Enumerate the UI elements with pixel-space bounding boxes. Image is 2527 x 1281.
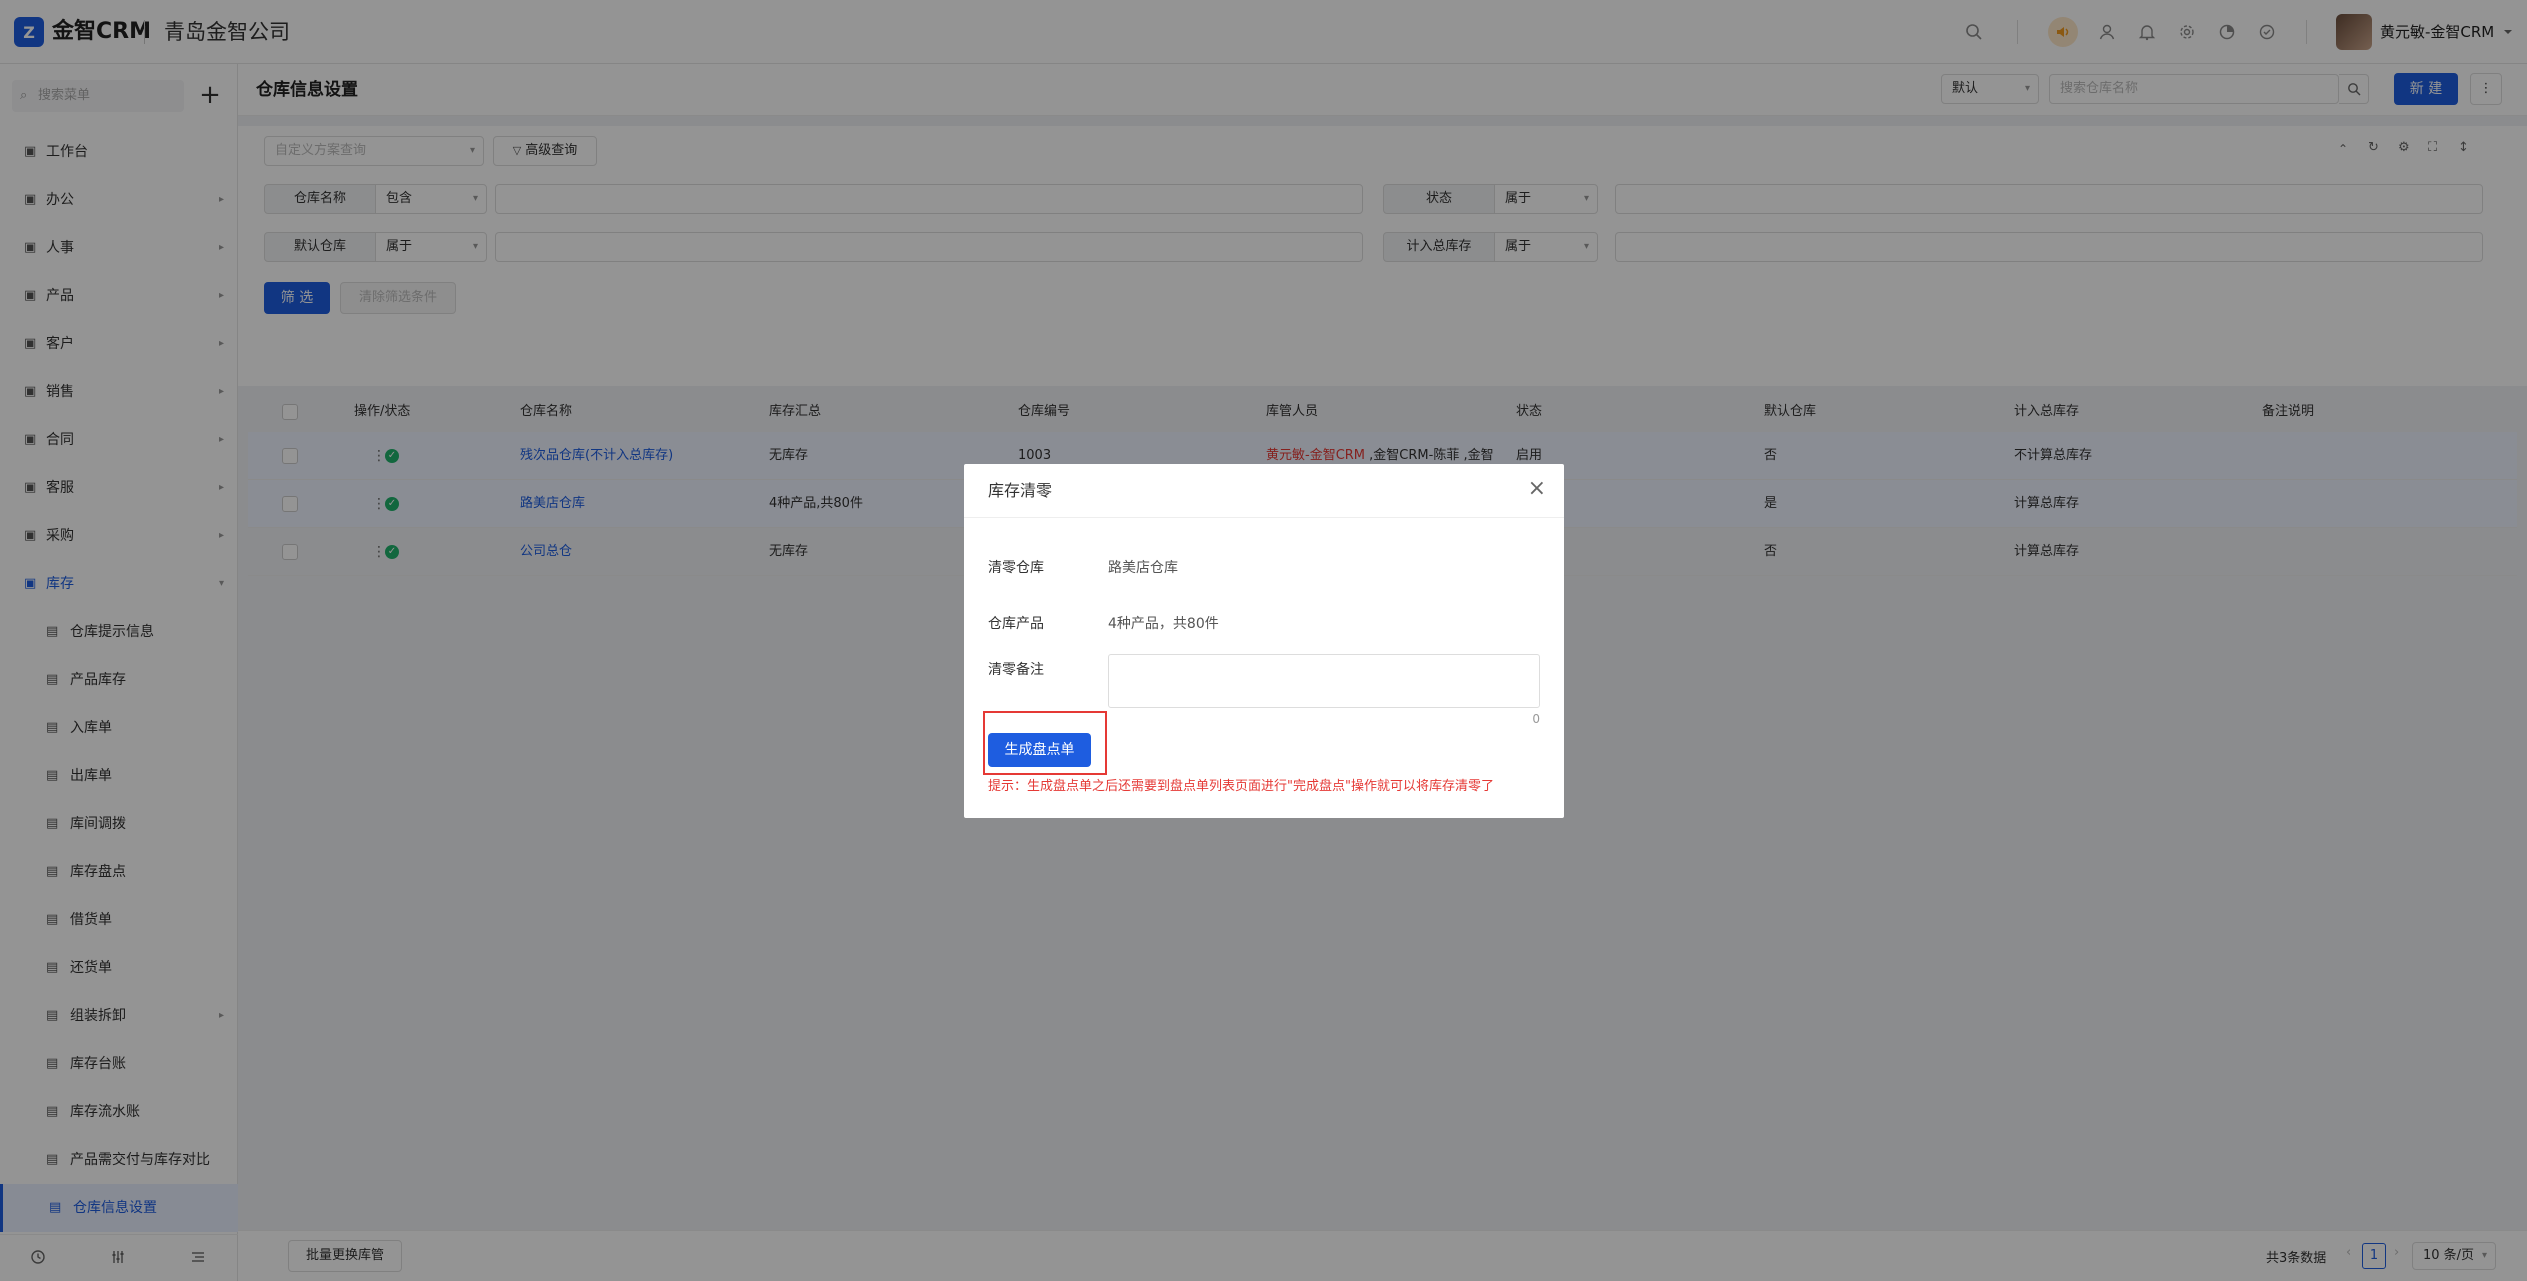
clear-stock-dialog: 库存清零 × 清零仓库 路美店仓库 仓库产品 4种产品，共80件 清零备注 0 … (964, 464, 1564, 818)
remark-label: 清零备注 (988, 662, 1044, 678)
close-icon[interactable]: × (1528, 478, 1546, 500)
tip-text: 提示：生成盘点单之后还需要到盘点单列表页面进行"完成盘点"操作就可以将库存清零了 (988, 779, 1494, 794)
dialog-header: 库存清零 × (964, 464, 1564, 518)
field-value: 4种产品，共80件 (1108, 616, 1219, 632)
char-count: 0 (1532, 712, 1540, 726)
generate-inventory-button[interactable]: 生成盘点单 (988, 733, 1091, 767)
field-label: 清零仓库 (988, 560, 1044, 576)
field-value: 路美店仓库 (1108, 560, 1178, 576)
remark-textarea[interactable] (1108, 654, 1540, 708)
dialog-title: 库存清零 (988, 481, 1053, 500)
field-label: 仓库产品 (988, 616, 1044, 632)
